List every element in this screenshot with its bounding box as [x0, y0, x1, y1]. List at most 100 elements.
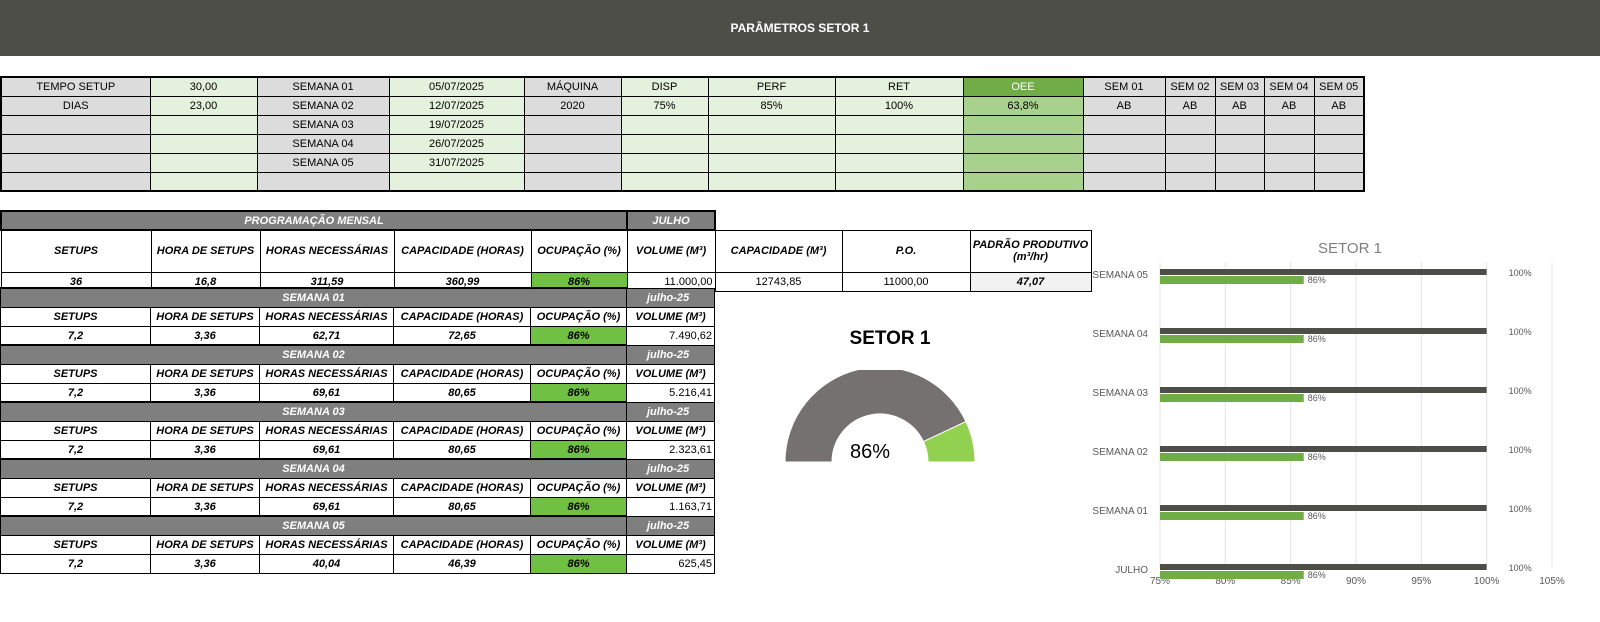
cell[interactable]: 69,61	[259, 382, 394, 403]
cell[interactable]: SEMANA 05	[256, 152, 390, 173]
cell[interactable]	[149, 171, 258, 192]
cell[interactable]: AB	[1263, 95, 1315, 116]
cell[interactable]: OEE	[962, 76, 1084, 97]
cell[interactable]	[962, 133, 1084, 154]
cell[interactable]: 23,00	[149, 95, 258, 116]
cell[interactable]	[1263, 171, 1315, 192]
cell[interactable]: 2020	[523, 95, 622, 116]
cell[interactable]	[1214, 114, 1265, 135]
cell[interactable]: 72,65	[393, 325, 531, 346]
cell[interactable]: MÁQUINA	[523, 76, 622, 97]
cell[interactable]	[707, 171, 836, 192]
cell[interactable]: 7,2	[0, 382, 151, 403]
cell[interactable]: SEM 04	[1263, 76, 1315, 97]
cell[interactable]	[523, 133, 622, 154]
cell[interactable]	[1214, 152, 1265, 173]
cell[interactable]	[1082, 114, 1166, 135]
cell[interactable]: SEMANA 04	[256, 133, 390, 154]
cell[interactable]: 5.216,41	[626, 382, 715, 403]
cell[interactable]: 86%	[530, 553, 627, 574]
cell[interactable]: 7,2	[0, 553, 151, 574]
cell[interactable]	[1082, 171, 1166, 192]
cell[interactable]: 46,39	[393, 553, 531, 574]
cell[interactable]	[523, 171, 622, 192]
cell[interactable]: 7.490,62	[626, 325, 715, 346]
cell[interactable]: 100%	[834, 95, 964, 116]
cell[interactable]: 40,04	[259, 553, 394, 574]
cell[interactable]	[523, 114, 622, 135]
cell[interactable]: AB	[1313, 95, 1365, 116]
cell[interactable]	[620, 133, 709, 154]
cell[interactable]	[1313, 152, 1365, 173]
cell[interactable]: 86%	[530, 325, 627, 346]
cell[interactable]	[149, 133, 258, 154]
cell[interactable]	[834, 171, 964, 192]
cell[interactable]: DIAS	[0, 95, 151, 116]
cell[interactable]	[1263, 133, 1315, 154]
cell[interactable]	[1313, 133, 1365, 154]
cell[interactable]: 3,36	[150, 325, 260, 346]
cell[interactable]	[1214, 133, 1265, 154]
cell[interactable]	[1164, 114, 1216, 135]
cell[interactable]: 30,00	[149, 76, 258, 97]
cell[interactable]: SEMANA 02	[256, 95, 390, 116]
cell[interactable]: 19/07/2025	[388, 114, 525, 135]
cell[interactable]: SEM 05	[1313, 76, 1365, 97]
cell[interactable]: SEM 01	[1082, 76, 1166, 97]
cell[interactable]	[0, 171, 151, 192]
cell[interactable]: 3,36	[150, 553, 260, 574]
cell[interactable]: 69,61	[259, 439, 394, 460]
cell[interactable]	[834, 114, 964, 135]
cell[interactable]: 62,71	[259, 325, 394, 346]
cell[interactable]	[707, 133, 836, 154]
cell[interactable]: 7,2	[0, 496, 151, 517]
cell[interactable]	[1214, 171, 1265, 192]
cell[interactable]	[707, 114, 836, 135]
cell[interactable]: SEMANA 01	[256, 76, 390, 97]
cell[interactable]	[1164, 152, 1216, 173]
cell[interactable]	[707, 152, 836, 173]
cell[interactable]	[0, 133, 151, 154]
cell[interactable]	[1164, 171, 1216, 192]
cell[interactable]	[388, 171, 525, 192]
cell[interactable]: AB	[1214, 95, 1265, 116]
cell[interactable]	[1263, 152, 1315, 173]
cell[interactable]	[256, 171, 390, 192]
cell[interactable]: RET	[834, 76, 964, 97]
cell[interactable]	[0, 114, 151, 135]
cell[interactable]	[834, 133, 964, 154]
cell[interactable]	[523, 152, 622, 173]
cell[interactable]: 75%	[620, 95, 709, 116]
cell[interactable]	[1263, 114, 1315, 135]
cell[interactable]: SEM 02	[1164, 76, 1216, 97]
cell[interactable]: 69,61	[259, 496, 394, 517]
cell[interactable]: 31/07/2025	[388, 152, 525, 173]
cell[interactable]	[962, 152, 1084, 173]
cell[interactable]	[620, 114, 709, 135]
cell[interactable]: 7,2	[0, 439, 151, 460]
cell[interactable]: 3,36	[150, 496, 260, 517]
cell[interactable]: SEMANA 03	[256, 114, 390, 135]
cell[interactable]: 80,65	[393, 496, 531, 517]
cell[interactable]: 47,07	[969, 271, 1092, 292]
cell[interactable]: SEM 03	[1214, 76, 1265, 97]
cell[interactable]: 85%	[707, 95, 836, 116]
cell[interactable]: 86%	[530, 382, 627, 403]
cell[interactable]	[149, 152, 258, 173]
cell[interactable]: 12/07/2025	[388, 95, 525, 116]
cell[interactable]	[1082, 133, 1166, 154]
cell[interactable]: 625,45	[626, 553, 715, 574]
cell[interactable]: PERF	[707, 76, 836, 97]
cell[interactable]: 63,8%	[962, 95, 1084, 116]
cell[interactable]	[1313, 171, 1365, 192]
cell[interactable]: 86%	[530, 439, 627, 460]
cell[interactable]: 11000,00	[841, 271, 971, 292]
cell[interactable]: 2.323,61	[626, 439, 715, 460]
cell[interactable]: 3,36	[150, 382, 260, 403]
cell[interactable]: DISP	[620, 76, 709, 97]
cell[interactable]	[1313, 114, 1365, 135]
cell[interactable]	[0, 152, 151, 173]
cell[interactable]: 26/07/2025	[388, 133, 525, 154]
cell[interactable]: 12743,85	[714, 271, 843, 292]
cell[interactable]	[1082, 152, 1166, 173]
